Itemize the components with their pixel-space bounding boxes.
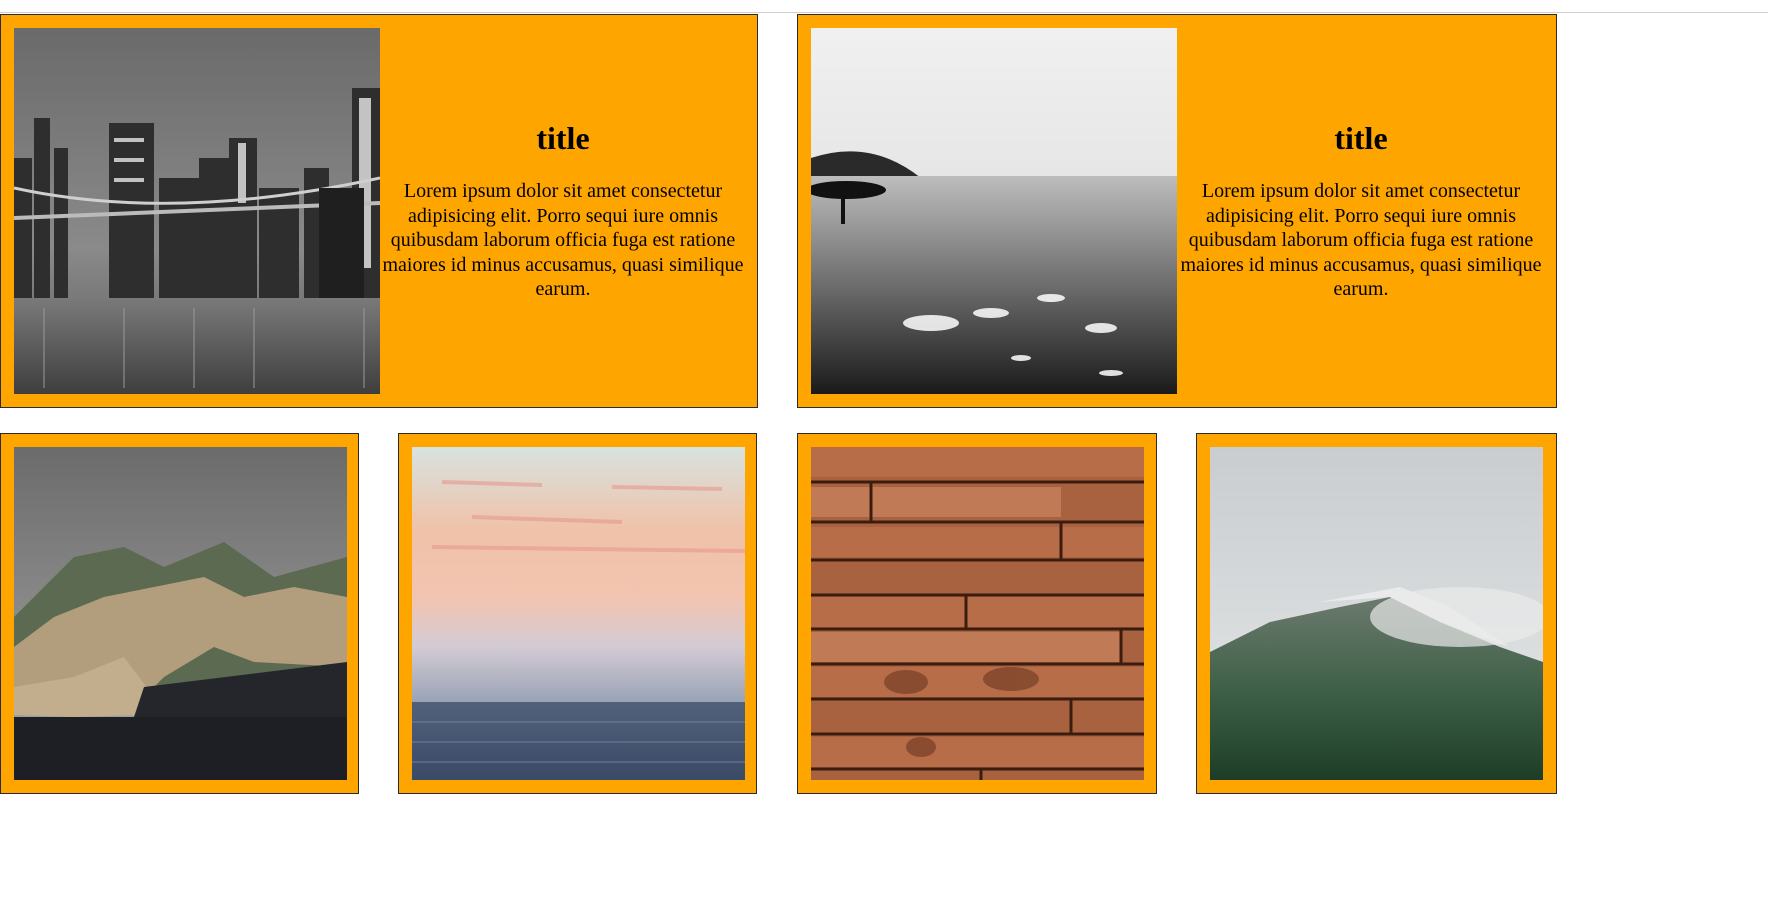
top-divider [0, 12, 1768, 13]
feature-card-1-text: Lorem ipsum dolor sit amet consectetur a… [382, 180, 744, 301]
feature-card-1-title: title [536, 120, 590, 157]
feature-card-2-title: title [1334, 120, 1388, 157]
bridge-city-image [14, 28, 380, 394]
photo-tile-2 [398, 433, 757, 794]
surfer-beach-image [811, 28, 1177, 394]
feature-card-1-content: title Lorem ipsum dolor sit amet consect… [381, 15, 745, 407]
feature-card-1: title Lorem ipsum dolor sit amet consect… [0, 14, 758, 408]
misty-mountain-image [1210, 447, 1543, 780]
wood-planks-image [811, 447, 1144, 780]
photo-tile-3 [797, 433, 1157, 794]
photo-tile-1 [0, 433, 359, 794]
coastal-cliffs-image [14, 447, 347, 780]
feature-card-2-text: Lorem ipsum dolor sit amet consectetur a… [1180, 180, 1542, 301]
feature-card-2: title Lorem ipsum dolor sit amet consect… [797, 14, 1557, 408]
photo-tile-4 [1196, 433, 1557, 794]
foggy-sea-sunset-image [412, 447, 745, 780]
feature-card-2-content: title Lorem ipsum dolor sit amet consect… [1178, 15, 1544, 407]
